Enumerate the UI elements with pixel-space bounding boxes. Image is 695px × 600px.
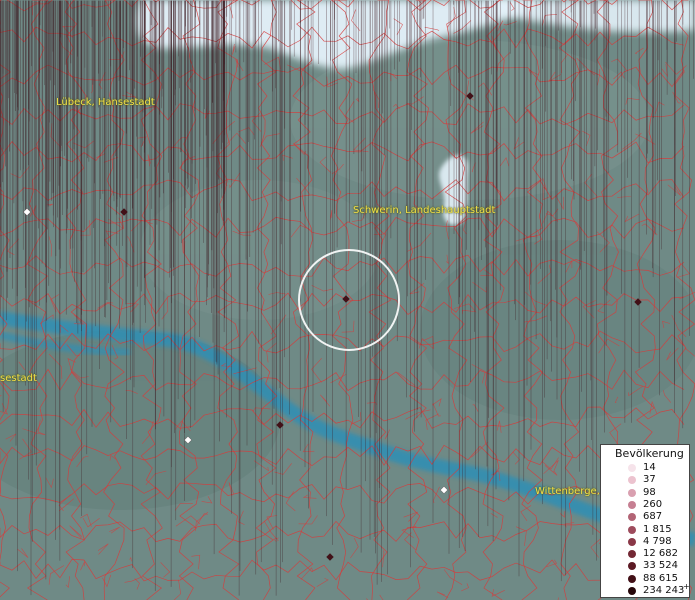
legend-entry: 260 (601, 499, 689, 511)
legend-entry: 37 (601, 474, 689, 486)
legend-entry: 234 243 + (601, 582, 690, 597)
legend-swatch (628, 537, 636, 546)
legend-swatch (628, 525, 636, 534)
legend-value: 12 682 (643, 548, 678, 560)
legend-entry: 4 798 (601, 536, 689, 548)
legend-value: 37 (643, 474, 656, 486)
legend-value: 1 815 (643, 523, 672, 535)
legend-swatch (628, 574, 636, 583)
legend-value: 88 615 (643, 572, 678, 584)
legend-value: 260 (643, 498, 663, 510)
legend-entry: 14 (601, 462, 689, 474)
legend-swatch (628, 464, 636, 472)
legend-value: 14 (643, 462, 656, 473)
legend-value: 33 524 (643, 560, 678, 572)
map-canvas[interactable] (0, 0, 695, 600)
legend-entry: 12 682 (601, 548, 689, 560)
legend-value: 234 243 (643, 585, 685, 596)
legend-swatch (628, 513, 636, 522)
legend-swatch (628, 562, 636, 571)
legend-swatch (628, 550, 636, 559)
population-legend: Bevölkerung 14 37 98 260 687 1 815 4 798 12 682… (600, 444, 690, 598)
legend-entry: 98 (601, 487, 689, 499)
legend-suffix: + (683, 582, 690, 591)
legend-value: 98 (643, 486, 656, 498)
legend-swatch (628, 500, 636, 509)
legend-entry: 33 524 (601, 560, 689, 572)
legend-entry: 687 (601, 511, 689, 523)
legend-swatch (628, 587, 636, 595)
legend-swatch (628, 488, 636, 497)
label-luebeck: Lübeck, Hansestadt (56, 97, 155, 108)
legend-title: Bevölkerung (615, 447, 684, 460)
label-wittenberge: Wittenberge, (535, 486, 600, 497)
label-hansestadt-left: sestadt (0, 373, 37, 384)
legend-value: 687 (643, 511, 663, 523)
legend-value: 4 798 (643, 535, 672, 547)
legend-entry: 1 815 (601, 524, 689, 536)
legend-swatch (628, 476, 636, 485)
label-schwerin: Schwerin, Landeshauptstadt (353, 205, 496, 216)
legend-entry: 88 615 (601, 573, 689, 585)
